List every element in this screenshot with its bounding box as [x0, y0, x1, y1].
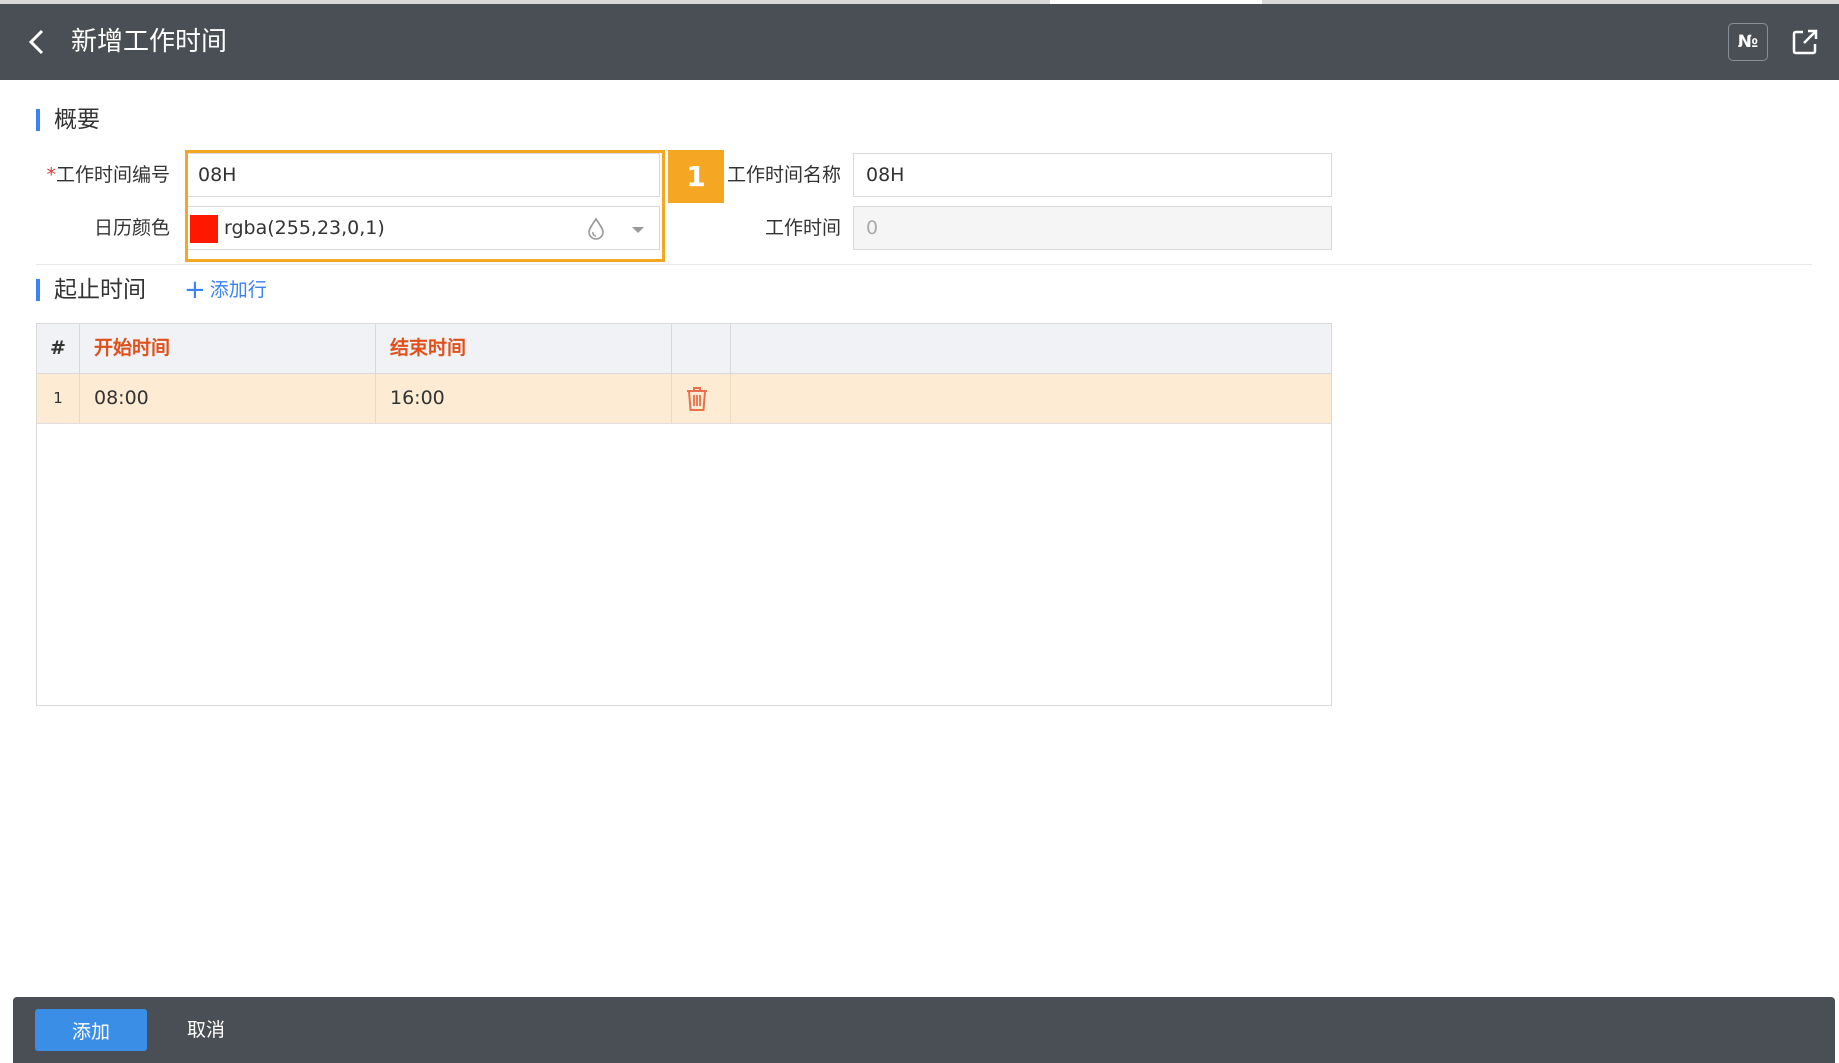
add-row-label: 添加行 [209, 279, 267, 301]
footer-bar: 添加 取消 [13, 997, 1835, 1063]
overview-title-text: 概要 [54, 107, 100, 133]
overview-section-title: 概要 [36, 105, 100, 135]
start-time-cell[interactable]: 08:00 [80, 374, 376, 423]
add-button[interactable]: 添加 [35, 1009, 147, 1051]
end-time-cell[interactable]: 16:00 [376, 374, 672, 423]
page-title: 新增工作时间 [71, 27, 228, 57]
header-end-time[interactable]: 结束时间 [376, 324, 672, 373]
time-title-text: 起止时间 [54, 277, 146, 303]
color-label: 日历颜色 [93, 217, 170, 239]
name-label: 工作时间名称 [726, 164, 841, 186]
table-header: # 开始时间 结束时间 [37, 324, 1331, 374]
name-input-value: 08H [866, 164, 905, 186]
chevron-left-icon[interactable] [22, 26, 54, 58]
header-start-time[interactable]: 开始时间 [80, 324, 376, 373]
name-input[interactable]: 08H [853, 153, 1332, 197]
table-row[interactable]: 1 08:00 16:00 [37, 374, 1331, 424]
number-button[interactable]: № [1728, 23, 1768, 61]
time-section-title: 起止时间 [36, 275, 146, 305]
section-divider [36, 264, 1812, 265]
trash-icon[interactable] [685, 386, 709, 412]
add-row-button[interactable]: + 添加行 [184, 276, 267, 304]
external-link-icon[interactable] [1791, 28, 1819, 56]
code-label-text: 工作时间编号 [55, 164, 170, 186]
hours-input: 0 [853, 206, 1332, 250]
row-index: 1 [37, 374, 80, 423]
hours-input-value: 0 [866, 217, 879, 239]
required-mark: * [46, 164, 56, 186]
time-table: # 开始时间 结束时间 1 08:00 16:00 [36, 323, 1332, 706]
highlight-box [185, 150, 665, 262]
hours-label: 工作时间 [764, 217, 841, 239]
plus-icon: + [184, 275, 206, 305]
page-header: 新增工作时间 № [0, 4, 1839, 80]
step-badge: 1 [668, 150, 724, 203]
cancel-button[interactable]: 取消 [187, 1009, 225, 1051]
code-label: *工作时间编号 [40, 163, 170, 187]
header-index: # [37, 324, 80, 373]
header-actions [672, 324, 731, 373]
